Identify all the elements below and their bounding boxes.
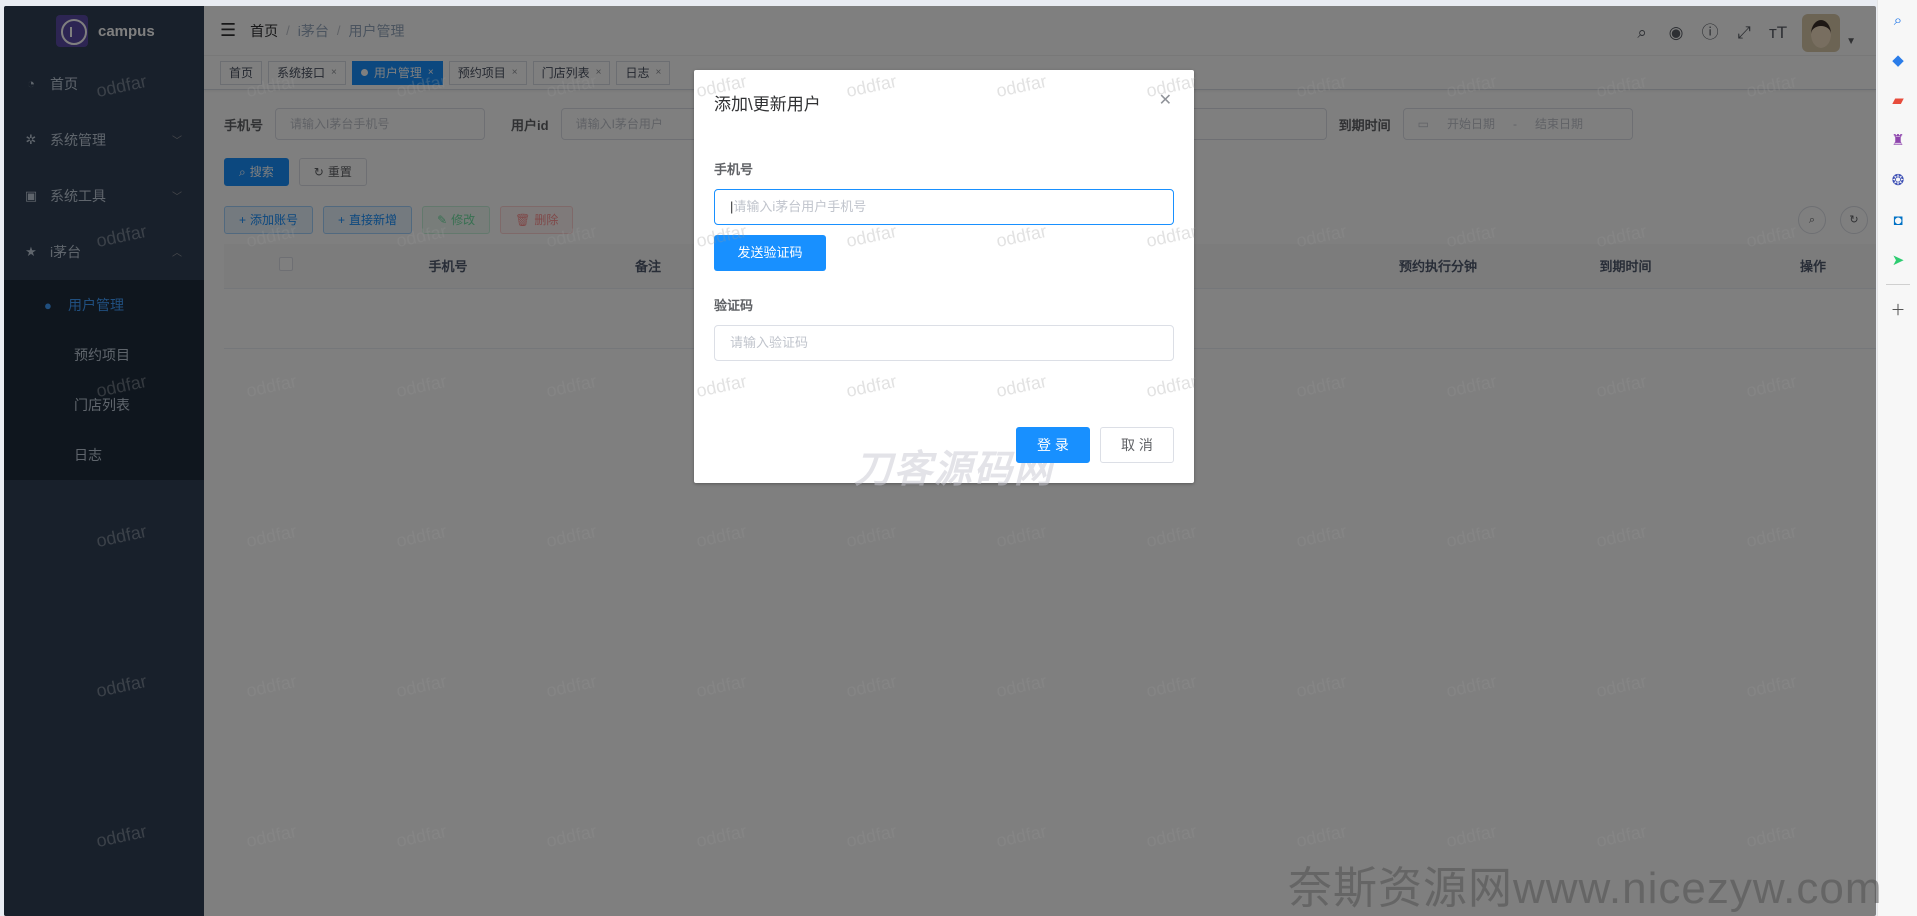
code-field-label: 验证码 bbox=[714, 298, 754, 313]
phone-field[interactable]: |请输入i茅台用户手机号 bbox=[714, 189, 1174, 225]
phone-field-label: 手机号 bbox=[714, 162, 754, 177]
outlook-icon[interactable]: ◘ bbox=[1878, 200, 1917, 240]
copilot-icon[interactable]: ❂ bbox=[1878, 160, 1917, 200]
add-update-user-dialog: 添加\更新用户 ✕ 手机号 |请输入i茅台用户手机号 发送验证码 验证码 请输入… bbox=[694, 70, 1194, 491]
toolbox-icon[interactable]: ▰ bbox=[1878, 80, 1917, 120]
login-button[interactable]: 登 录 bbox=[1016, 427, 1090, 463]
send-icon[interactable]: ➤ bbox=[1878, 240, 1917, 280]
send-code-button[interactable]: 发送验证码 bbox=[714, 235, 826, 271]
browser-sidebar: ⌕ ◆ ▰ ♜ ❂ ◘ ➤ ＋ bbox=[1877, 0, 1917, 916]
dialog-title: 添加\更新用户 bbox=[714, 95, 821, 114]
chess-icon[interactable]: ♜ bbox=[1878, 120, 1917, 160]
app-window: campus ◔ 首页 ✲ 系统管理 ﹀ ▣ 系统工具 ﹀ ★ i茅台 ︿ ● … bbox=[4, 6, 1876, 916]
cancel-button[interactable]: 取 消 bbox=[1100, 427, 1174, 463]
tag-icon[interactable]: ◆ bbox=[1878, 40, 1917, 80]
site-watermark: 奈斯资源网www.nicezyw.com bbox=[1288, 864, 1883, 913]
close-icon[interactable]: ✕ bbox=[1159, 90, 1172, 110]
add-icon[interactable]: ＋ bbox=[1878, 289, 1917, 329]
code-field[interactable]: 请输入验证码 bbox=[714, 325, 1174, 361]
search-icon[interactable]: ⌕ bbox=[1878, 0, 1917, 40]
